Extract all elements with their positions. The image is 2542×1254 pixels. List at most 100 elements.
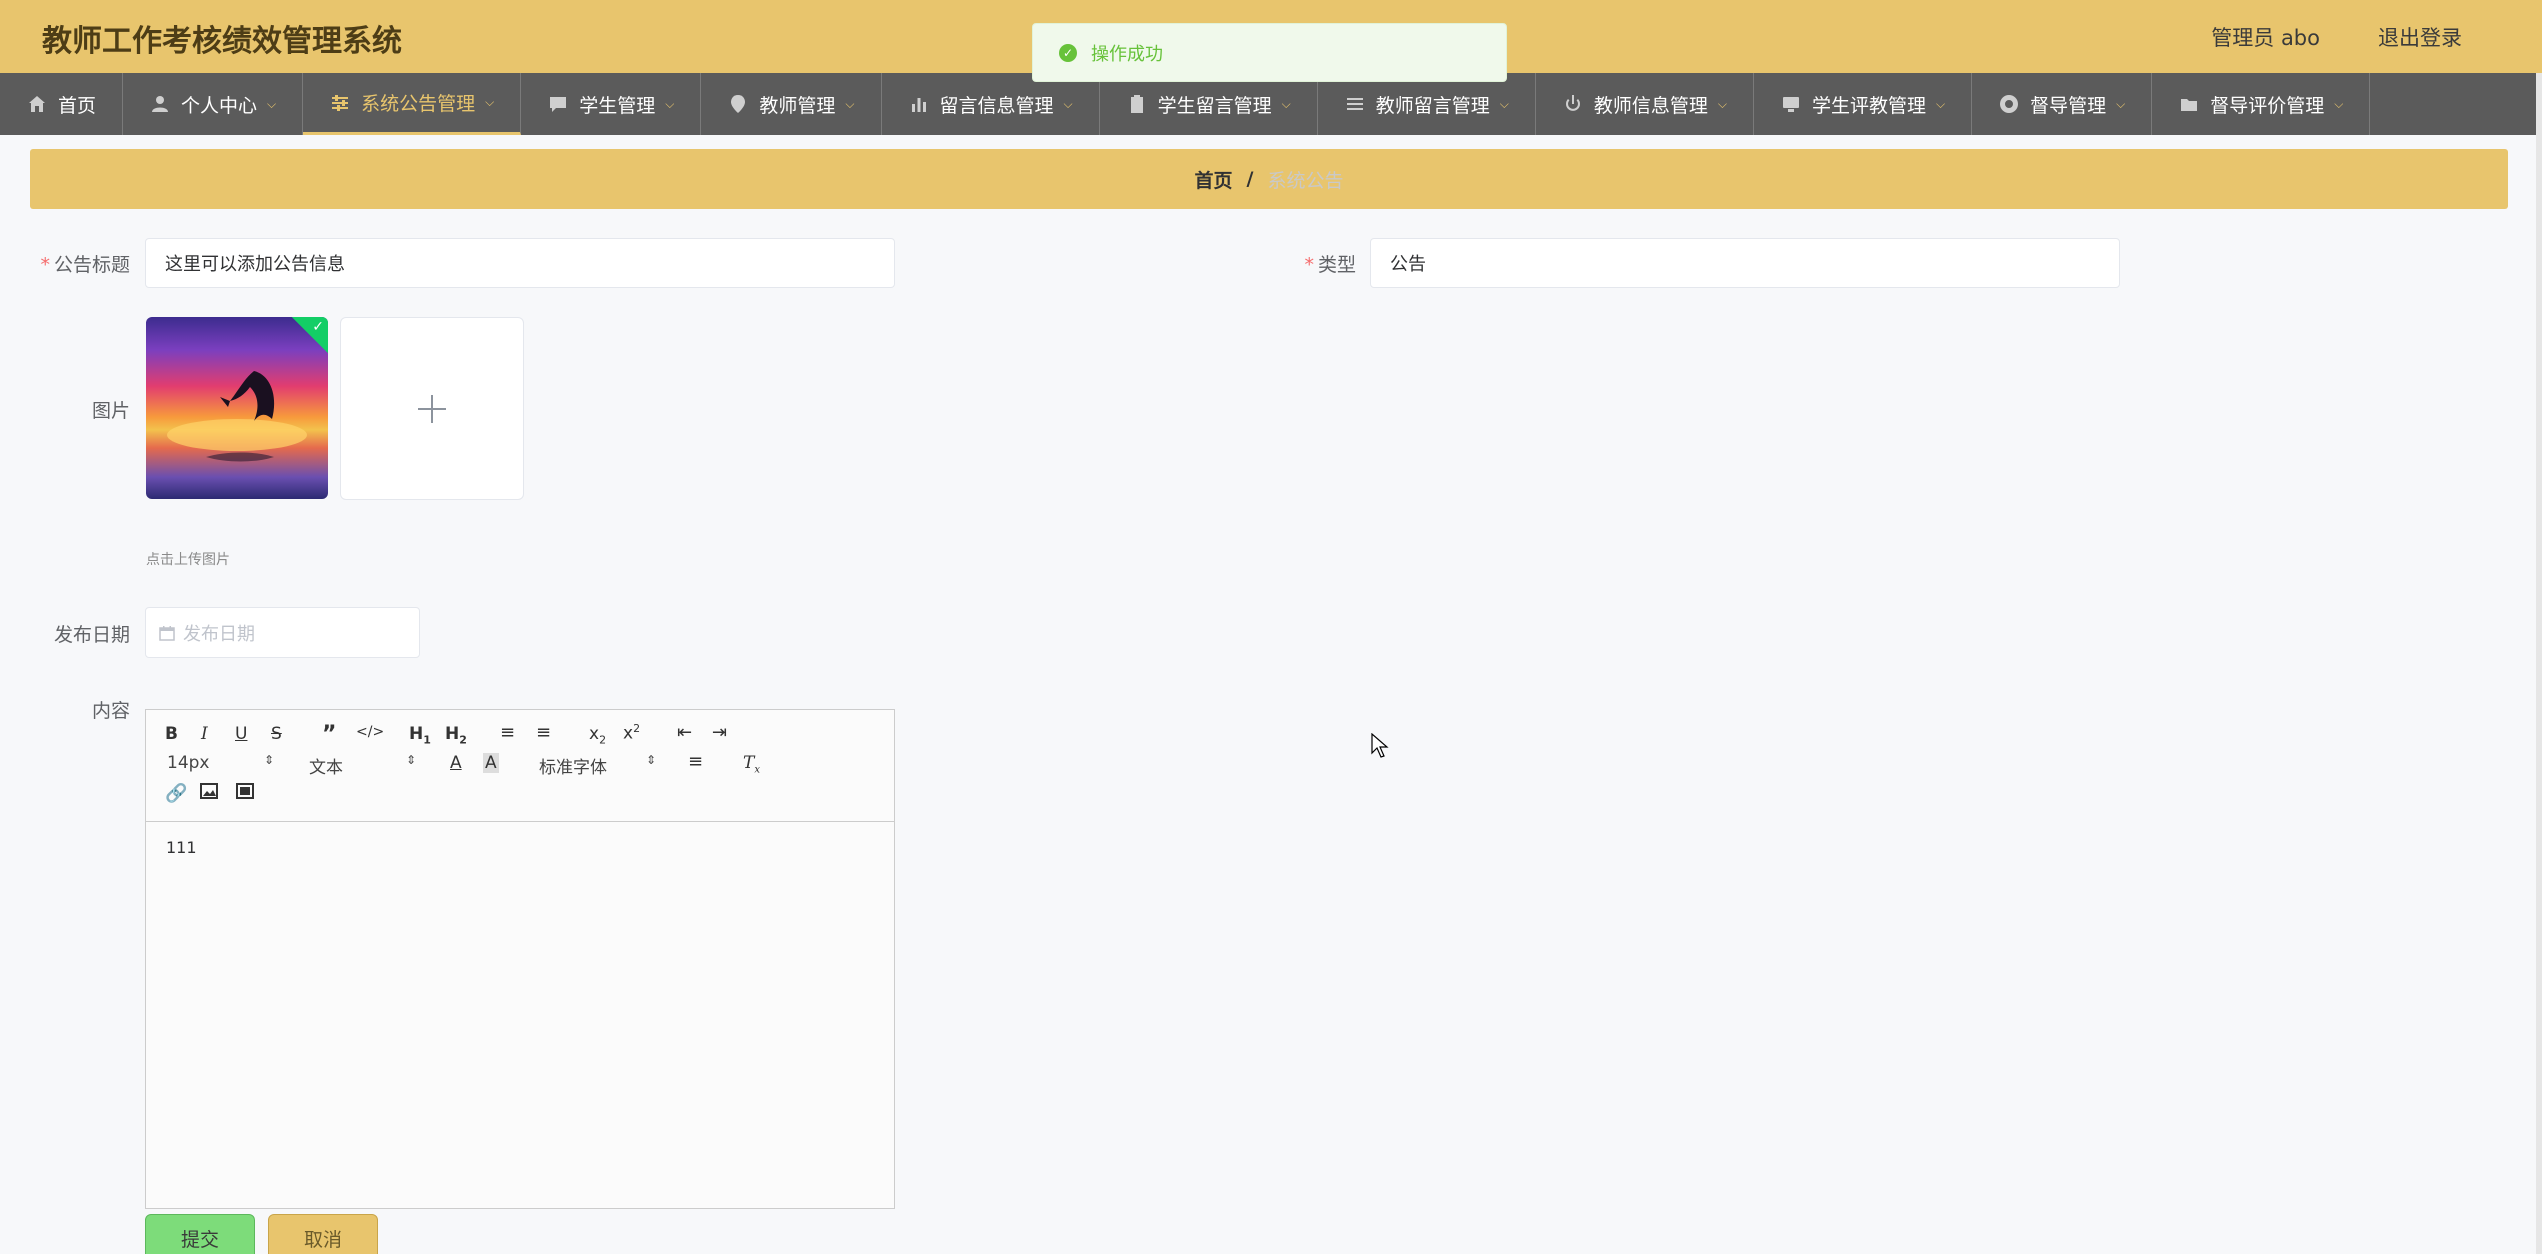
breadcrumb: 首页 / 系统公告 — [30, 149, 2508, 209]
nav-item-label: 教师留言管理 — [1375, 94, 1490, 117]
nav-item-label: 督导管理 — [2030, 94, 2107, 117]
heading2-icon[interactable]: H2 — [445, 724, 467, 746]
select-arrows-icon: ⇕ — [645, 753, 656, 767]
publish-date-picker[interactable]: 发布日期 — [145, 607, 420, 658]
rich-text-editor: B I U S ” </> H1 H2 ≡ ≡ x2 x2 ⇤ ⇥ 14px ⇕ … — [145, 709, 895, 1209]
success-toast: ✓ 操作成功 — [1032, 23, 1507, 82]
code-block-icon[interactable]: </> — [356, 724, 384, 740]
dolphin-image — [167, 371, 307, 462]
lifebuoy-icon — [1998, 93, 2020, 115]
nav-item-label: 督导评价管理 — [2210, 94, 2325, 117]
main-nav: 首页 个人中心 ⌵ 系统公告管理 ⌵ 学生管理 ⌵ 教师管理 ⌵ 留言信息管理 … — [0, 73, 2542, 135]
nav-item-label: 学生评教管理 — [1812, 94, 1927, 117]
strikethrough-icon[interactable]: S — [271, 724, 282, 744]
blockquote-icon[interactable]: ” — [322, 722, 336, 747]
image-upload-button[interactable] — [340, 317, 524, 500]
nav-item-teacher-info[interactable]: 教师信息管理 ⌵ — [1536, 73, 1755, 135]
chevron-down-icon: ⌵ — [485, 95, 495, 109]
success-check-icon: ✓ — [1059, 43, 1077, 62]
monitor-icon — [1780, 93, 1802, 115]
superscript-icon[interactable]: x2 — [623, 722, 640, 744]
type-field-label: * 类型 — [1304, 254, 1356, 276]
outdent-icon[interactable]: ⇤ — [677, 722, 692, 743]
nav-item-messages[interactable]: 留言信息管理 ⌵ — [882, 73, 1100, 135]
app-title: 教师工作考核绩效管理系统 — [42, 24, 402, 59]
video-icon[interactable] — [236, 783, 254, 804]
clear-format-icon[interactable]: Tx — [743, 753, 760, 775]
nav-item-announcement[interactable]: 系统公告管理 ⌵ — [303, 73, 522, 135]
nav-item-supervisor-evaluation[interactable]: 督导评价管理 ⌵ — [2152, 73, 2371, 135]
chevron-down-icon: ⌵ — [2334, 96, 2344, 111]
subscript-icon[interactable]: x2 — [589, 724, 606, 746]
sliders-icon — [329, 92, 351, 114]
page-scrollbar[interactable] — [2536, 73, 2542, 1254]
nav-item-label: 留言信息管理 — [939, 94, 1054, 117]
title-field-label: * 公告标题 — [40, 254, 130, 276]
header-user-area: 管理员 abo 退出登录 — [2211, 22, 2462, 52]
chevron-down-icon: ⌵ — [1936, 96, 1946, 111]
bullet-list-icon[interactable]: ≡ — [536, 722, 551, 743]
chevron-down-icon: ⌵ — [845, 96, 855, 111]
chevron-down-icon: ⌵ — [665, 96, 675, 111]
clipboard-icon — [1126, 93, 1148, 115]
uploaded-image-thumbnail[interactable]: ✓ — [146, 317, 328, 499]
home-icon — [26, 93, 48, 115]
nav-item-label: 首页 — [58, 94, 97, 117]
nav-item-home[interactable]: 首页 — [0, 73, 124, 135]
editor-toolbar: B I U S ” </> H1 H2 ≡ ≡ x2 x2 ⇤ ⇥ 14px ⇕ … — [146, 710, 894, 822]
chevron-down-icon: ⌵ — [1717, 96, 1728, 111]
italic-icon[interactable]: I — [201, 724, 208, 744]
heading1-icon[interactable]: H1 — [409, 724, 431, 746]
nav-item-personal-center[interactable]: 个人中心 ⌵ — [123, 73, 304, 135]
bar-chart-icon — [908, 93, 930, 115]
date-placeholder: 发布日期 — [183, 623, 255, 645]
breadcrumb-current: 系统公告 — [1267, 169, 1344, 192]
title-input[interactable]: 这里可以添加公告信息 — [145, 238, 895, 288]
nav-item-teacher-messages[interactable]: 教师留言管理 ⌵ — [1318, 73, 1536, 135]
nav-item-student-messages[interactable]: 学生留言管理 ⌵ — [1100, 73, 1318, 135]
power-icon — [1562, 93, 1584, 115]
nav-item-label: 系统公告管理 — [361, 93, 476, 115]
nav-item-student-evaluation[interactable]: 学生评教管理 ⌵ — [1754, 73, 1973, 135]
align-icon[interactable]: ≡ — [688, 751, 703, 772]
nav-item-supervisors[interactable]: 督导管理 ⌵ — [1972, 73, 2153, 135]
breadcrumb-separator: / — [1246, 168, 1254, 190]
link-icon[interactable]: 🔗 — [165, 783, 187, 804]
editor-content-area[interactable]: 111 — [146, 822, 894, 873]
header-select[interactable]: 文本 ⇕ — [309, 753, 416, 778]
font-family-select[interactable]: 标准字体 ⇕ — [539, 753, 656, 778]
font-size-select[interactable]: 14px ⇕ — [167, 753, 274, 773]
image-icon[interactable] — [200, 783, 218, 804]
mouse-cursor-icon — [1371, 733, 1389, 758]
nav-item-label: 个人中心 — [181, 94, 258, 117]
select-arrows-icon: ⇕ — [405, 753, 416, 767]
nav-item-students[interactable]: 学生管理 ⌵ — [521, 73, 702, 135]
bold-icon[interactable]: B — [165, 724, 178, 744]
type-input[interactable]: 公告 — [1370, 238, 2120, 288]
plus-icon — [418, 394, 446, 423]
submit-button[interactable]: 提交 — [145, 1214, 255, 1254]
nav-item-label: 学生管理 — [579, 94, 656, 117]
ordered-list-icon[interactable]: ≡ — [500, 722, 515, 743]
date-field-label: 发布日期 — [53, 624, 130, 646]
toast-message: 操作成功 — [1091, 43, 1163, 65]
nav-item-label: 教师管理 — [759, 94, 836, 117]
chevron-down-icon: ⌵ — [2116, 96, 2126, 111]
location-icon — [727, 93, 749, 115]
cancel-button[interactable]: 取消 — [268, 1214, 378, 1254]
check-icon: ✓ — [312, 319, 324, 335]
chevron-down-icon: ⌵ — [1063, 96, 1073, 111]
font-color-icon[interactable]: A — [450, 753, 462, 773]
logout-link[interactable]: 退出登录 — [2378, 22, 2462, 52]
nav-item-label: 教师信息管理 — [1593, 94, 1708, 117]
indent-icon[interactable]: ⇥ — [712, 722, 727, 743]
background-color-icon[interactable]: A — [483, 753, 499, 773]
chat-icon — [547, 93, 569, 115]
chevron-down-icon: ⌵ — [1281, 96, 1291, 111]
breadcrumb-home[interactable]: 首页 — [1195, 166, 1233, 193]
underline-icon[interactable]: U — [235, 724, 247, 744]
nav-item-teachers[interactable]: 教师管理 ⌵ — [701, 73, 882, 135]
list-icon — [1344, 93, 1366, 115]
folder-icon — [2178, 93, 2200, 115]
chevron-down-icon: ⌵ — [1499, 96, 1509, 111]
